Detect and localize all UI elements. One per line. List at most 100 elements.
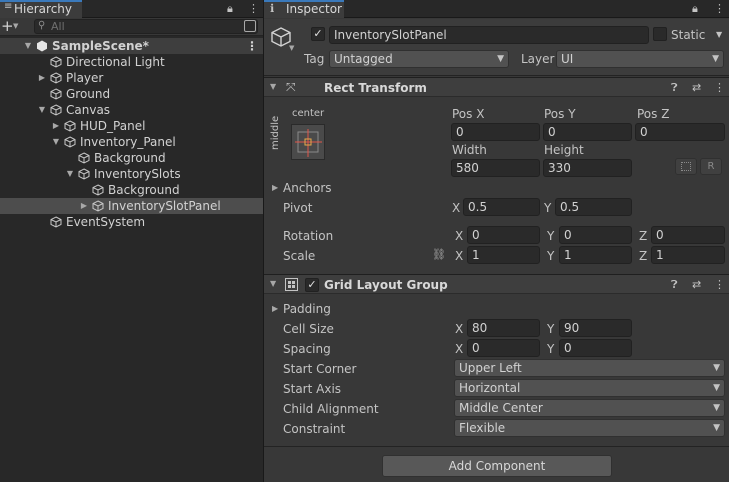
foldout-arrow-icon[interactable]: ▼ bbox=[270, 279, 276, 288]
inspector-menu-icon[interactable]: ⋮ bbox=[714, 2, 725, 15]
spacing-y-axis-label: Y bbox=[547, 342, 555, 356]
anchors-foldout-arrow-icon[interactable]: ▶ bbox=[272, 183, 278, 192]
active-checkbox[interactable]: ✓ bbox=[311, 27, 325, 41]
hierarchy-item[interactable]: ▼ InventorySlots bbox=[0, 166, 263, 182]
icon-dropdown-caret[interactable]: ▼ bbox=[289, 44, 294, 52]
spacing-y-field[interactable]: 0 bbox=[559, 339, 632, 357]
scene-menu-icon[interactable]: ⋮ bbox=[246, 38, 258, 54]
rotation-x-field[interactable]: 0 bbox=[467, 226, 540, 244]
scene-row[interactable]: ▼ SampleScene* ⋮ bbox=[0, 38, 263, 54]
width-field[interactable]: 580 bbox=[451, 159, 540, 177]
constraint-value: Flexible bbox=[459, 421, 506, 435]
search-icon: ⚲ bbox=[38, 20, 46, 31]
hierarchy-item[interactable]: ▼ Canvas bbox=[0, 102, 263, 118]
component-menu-icon[interactable]: ⋮ bbox=[714, 81, 725, 94]
collapsed-arrow-icon[interactable]: ▶ bbox=[79, 198, 89, 214]
add-dropdown-icon[interactable]: ▼ bbox=[13, 22, 18, 30]
expanded-arrow-icon[interactable]: ▼ bbox=[23, 38, 33, 54]
grid-layout-header[interactable]: ▼ ✓ Grid Layout Group ❓︎ ⇄ ⋮ bbox=[264, 274, 729, 294]
pos-z-field[interactable]: 0 bbox=[635, 123, 725, 141]
start-axis-dropdown[interactable]: Horizontal ▼ bbox=[454, 379, 725, 397]
blueprint-icon bbox=[681, 162, 691, 171]
pos-y-field[interactable]: 0 bbox=[543, 123, 632, 141]
rotation-y-field[interactable]: 0 bbox=[559, 226, 632, 244]
padding-label[interactable]: Padding bbox=[283, 301, 331, 317]
scale-z-axis-label: Z bbox=[639, 249, 648, 263]
expanded-arrow-icon[interactable]: ▼ bbox=[37, 102, 47, 118]
search-input[interactable]: ⚲ All bbox=[34, 19, 258, 34]
grid-layout-enabled-checkbox[interactable]: ✓ bbox=[305, 278, 319, 292]
hierarchy-item[interactable]: Directional Light bbox=[0, 54, 263, 70]
layer-value: UI bbox=[561, 52, 574, 66]
start-axis-value: Horizontal bbox=[459, 381, 521, 395]
hierarchy-item[interactable]: ▶ InventorySlotPanel bbox=[0, 198, 263, 214]
rect-transform-header[interactable]: ▼ ⤧ Rect Transform ❓︎ ⇄ ⋮ bbox=[264, 77, 729, 97]
pos-x-field[interactable]: 0 bbox=[451, 123, 540, 141]
pivot-y-field[interactable]: 0.5 bbox=[555, 198, 632, 216]
padding-foldout-arrow-icon[interactable]: ▶ bbox=[272, 304, 278, 313]
start-corner-dropdown[interactable]: Upper Left ▼ bbox=[454, 359, 725, 377]
rotation-z-field[interactable]: 0 bbox=[651, 226, 725, 244]
component-menu-icon[interactable]: ⋮ bbox=[714, 278, 725, 291]
hierarchy-item[interactable]: ▶ Player bbox=[0, 70, 263, 86]
help-icon[interactable]: ❓︎ bbox=[671, 81, 678, 95]
static-checkbox[interactable] bbox=[653, 27, 667, 41]
collapsed-arrow-icon[interactable]: ▶ bbox=[51, 118, 61, 134]
scale-y-field[interactable]: 1 bbox=[559, 246, 632, 264]
anchor-vertical-label: middle bbox=[270, 115, 281, 150]
child-alignment-dropdown[interactable]: Middle Center ▼ bbox=[454, 399, 725, 417]
add-component-button[interactable]: Add Component bbox=[382, 455, 612, 477]
hierarchy-item[interactable]: Ground bbox=[0, 86, 263, 102]
spacing-label: Spacing bbox=[283, 342, 331, 356]
hierarchy-item[interactable]: Background bbox=[0, 182, 263, 198]
raw-edit-button[interactable]: R bbox=[700, 158, 722, 175]
height-field[interactable]: 330 bbox=[543, 159, 632, 177]
layer-dropdown[interactable]: UI ▼ bbox=[556, 50, 724, 68]
expanded-arrow-icon[interactable]: ▼ bbox=[65, 166, 75, 182]
spacing-x-field[interactable]: 0 bbox=[467, 339, 540, 357]
constraint-dropdown[interactable]: Flexible ▼ bbox=[454, 419, 725, 437]
anchors-label[interactable]: Anchors bbox=[283, 180, 332, 196]
anchor-preset-icon bbox=[295, 129, 322, 157]
hierarchy-item[interactable]: EventSystem bbox=[0, 214, 263, 230]
hierarchy-item[interactable]: ▶ HUD_Panel bbox=[0, 118, 263, 134]
width-label: Width bbox=[452, 143, 487, 157]
help-icon[interactable]: ❓︎ bbox=[671, 278, 678, 292]
pivot-y-axis-label: Y bbox=[544, 201, 552, 215]
inspector-tab[interactable]: ℹ Inspector bbox=[264, 0, 344, 18]
tag-dropdown[interactable]: Untagged ▼ bbox=[329, 50, 509, 68]
scale-z-field[interactable]: 1 bbox=[651, 246, 725, 264]
blueprint-mode-button[interactable] bbox=[675, 158, 697, 175]
pivot-x-field[interactable]: 0.5 bbox=[463, 198, 540, 216]
cell-size-x-field[interactable]: 80 bbox=[467, 319, 540, 337]
hierarchy-item-label: Player bbox=[66, 71, 104, 85]
pivot-x-axis-label: X bbox=[452, 201, 461, 215]
scene-search-icon[interactable] bbox=[244, 20, 256, 32]
hierarchy-menu-icon[interactable]: ⋮ bbox=[248, 2, 259, 15]
constrain-proportions-icon[interactable]: ⛓ bbox=[432, 248, 446, 261]
foldout-arrow-icon[interactable]: ▼ bbox=[270, 82, 276, 91]
object-name-field[interactable]: InventorySlotPanel bbox=[329, 26, 649, 44]
inspector-tab-label: Inspector bbox=[286, 2, 342, 16]
hierarchy-item[interactable]: Background bbox=[0, 150, 263, 166]
cell-size-y-field[interactable]: 90 bbox=[559, 319, 632, 337]
inspector-lock-icon[interactable]: 🔒︎ bbox=[692, 2, 698, 16]
hierarchy-item[interactable]: ▼ Inventory_Panel bbox=[0, 134, 263, 150]
hierarchy-item-label: HUD_Panel bbox=[80, 119, 146, 133]
collapsed-arrow-icon[interactable]: ▶ bbox=[37, 70, 47, 86]
anchor-presets-button[interactable] bbox=[291, 124, 325, 160]
hierarchy-tab[interactable]: ≡ Hierarchy bbox=[0, 0, 82, 18]
presets-icon[interactable]: ⇄ bbox=[692, 81, 701, 94]
static-dropdown-icon[interactable]: ▼ bbox=[716, 30, 722, 39]
lock-icon[interactable]: 🔒︎ bbox=[227, 2, 233, 16]
gameobject-cube-icon bbox=[64, 136, 76, 148]
gameobject-cube-icon bbox=[50, 104, 62, 116]
hierarchy-item-label: SampleScene* bbox=[52, 39, 149, 53]
pos-z-label: Pos Z bbox=[637, 107, 670, 121]
chevron-down-icon: ▼ bbox=[712, 54, 719, 64]
presets-icon[interactable]: ⇄ bbox=[692, 278, 701, 291]
add-button[interactable]: + bbox=[1, 17, 14, 35]
scale-x-field[interactable]: 1 bbox=[467, 246, 540, 264]
hierarchy-item-label: Ground bbox=[66, 87, 111, 101]
expanded-arrow-icon[interactable]: ▼ bbox=[51, 134, 61, 150]
